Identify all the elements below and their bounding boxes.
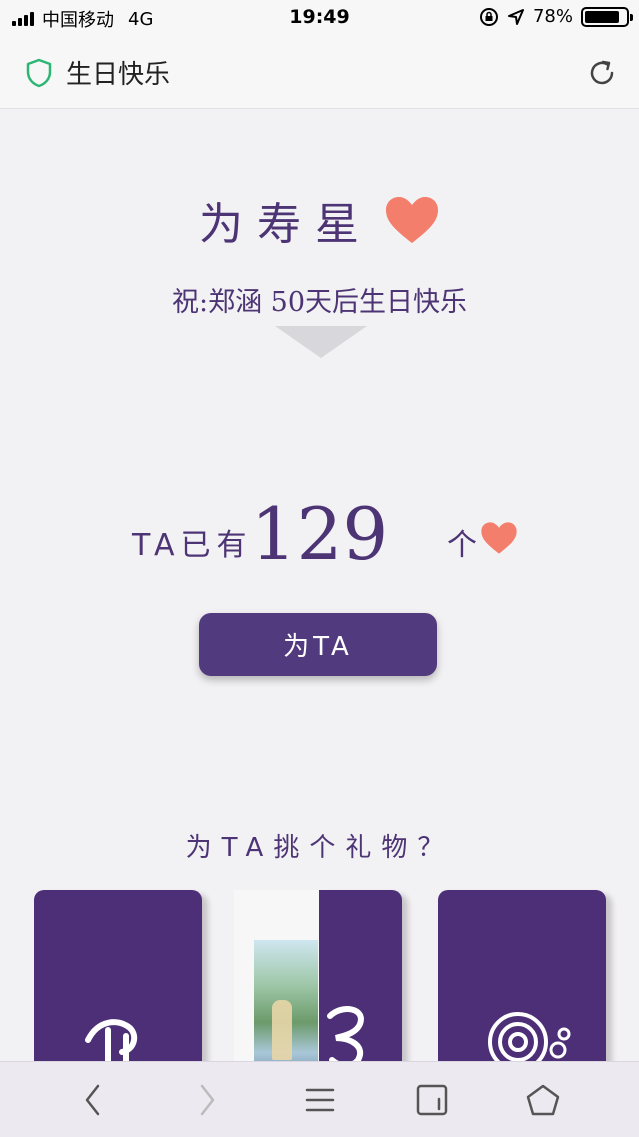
heading-row: 为寿星 [0,188,639,252]
heart-icon [481,522,517,554]
page-title: 生日快乐 [66,60,171,90]
down-arrow-indicator [275,326,367,358]
forward-button[interactable] [187,1080,227,1120]
menu-button[interactable] [300,1080,340,1120]
title-bar: 生日快乐 [0,36,639,109]
status-right: 78% [479,6,633,27]
reload-icon[interactable] [585,56,619,90]
count-value: 129 [250,492,389,576]
gift-card-photo[interactable] [234,890,402,1090]
back-button[interactable] [73,1080,113,1120]
battery-percent: 78% [532,6,573,27]
heading-text: 为寿星 [198,199,373,250]
send-wishes-button[interactable]: 为TA [199,613,437,676]
heart-icon [386,197,439,243]
gift-question: 为TA挑个礼物？ [185,833,454,863]
browser-toolbar [0,1061,639,1137]
gift-card-camera[interactable] [438,890,606,1090]
home-button[interactable] [523,1080,563,1120]
shield-icon [26,58,52,88]
location-icon [507,8,524,25]
count-unit: 个 [447,528,477,563]
home-icon [526,1084,560,1116]
orientation-lock-icon [479,7,498,26]
back-icon [85,1084,100,1116]
menu-icon [305,1088,335,1112]
battery-icon [581,6,633,27]
tabs-button[interactable] [412,1080,452,1120]
forward-icon [200,1084,215,1116]
tabs-icon [416,1084,448,1116]
birthday-subtitle: 祝:郑涵 50天后生日快乐 [171,287,468,318]
gift-card-cake[interactable] [34,890,202,1090]
status-bar: 中国移动 4G 19:49 78% [0,0,639,36]
